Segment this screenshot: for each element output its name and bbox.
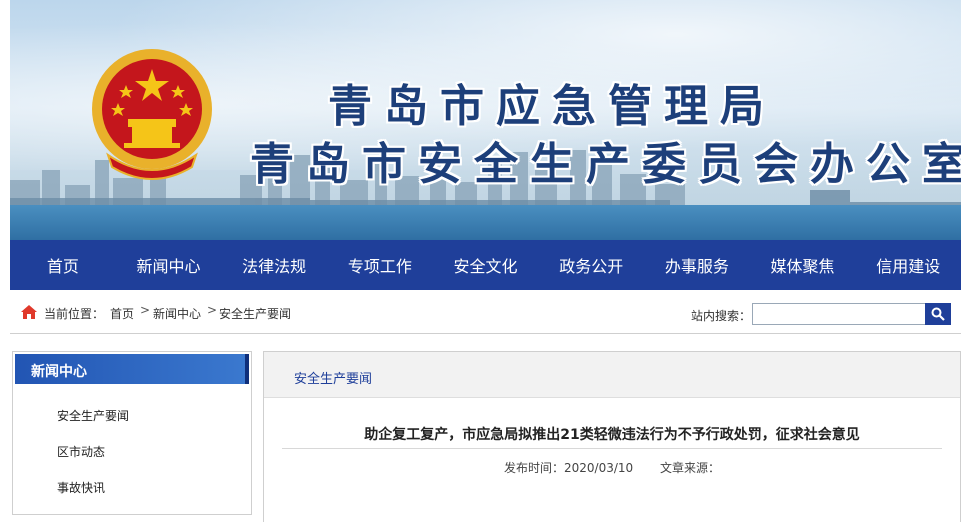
nav-item-special-work[interactable]: 专项工作 <box>327 240 433 290</box>
sidebar-header: 新闻中心 <box>15 354 249 384</box>
breadcrumb-separator: > <box>207 303 218 317</box>
breadcrumb-item-current[interactable]: 安全生产要闻 <box>219 305 291 322</box>
home-icon <box>21 305 37 319</box>
main-nav: 首页 新闻中心 法律法规 专项工作 安全文化 政务公开 办事服务 媒体聚焦 信用… <box>10 240 961 290</box>
section-header: 安全生产要闻 <box>264 352 960 398</box>
search-button[interactable] <box>925 303 951 325</box>
site-title-primary: 青岛市应急管理局 <box>328 81 776 132</box>
site-search-input[interactable] <box>752 303 932 325</box>
nav-item-media-focus[interactable]: 媒体聚焦 <box>750 240 856 290</box>
sidebar-item-district-news[interactable]: 区市动态 <box>57 443 105 460</box>
section-tab-title[interactable]: 安全生产要闻 <box>294 368 372 387</box>
article-divider <box>282 448 942 449</box>
search-label: 站内搜索： <box>691 309 752 323</box>
breadcrumb-separator: > <box>140 303 151 317</box>
national-emblem-icon <box>92 49 212 180</box>
nav-item-news-center[interactable]: 新闻中心 <box>116 240 222 290</box>
nav-item-home[interactable]: 首页 <box>10 240 116 290</box>
breadcrumb-bar: 当前位置： 首页 > 新闻中心 > 安全生产要闻 站内搜索： <box>10 293 961 334</box>
nav-item-government-affairs[interactable]: 政务公开 <box>538 240 644 290</box>
nav-item-safety-culture[interactable]: 安全文化 <box>433 240 539 290</box>
sea-area <box>10 205 961 240</box>
article-source: 文章来源： <box>660 459 720 476</box>
nav-item-credit[interactable]: 信用建设 <box>855 240 961 290</box>
publish-date-label: 发布时间： <box>504 461 565 475</box>
article-title: 助企复工复产，市应急局拟推出21类轻微违法行为不予行政处罚，征求社会意见 <box>364 427 860 443</box>
sidebar-header-accent <box>245 354 249 384</box>
site-title-secondary: 青岛市安全生产委员会办公室 <box>250 139 961 190</box>
sidebar-item-accident-alerts[interactable]: 事故快讯 <box>57 479 105 496</box>
sidebar-title: 新闻中心 <box>31 364 87 380</box>
nav-item-laws[interactable]: 法律法规 <box>221 240 327 290</box>
breadcrumb-item-home[interactable]: 首页 <box>110 305 134 322</box>
breadcrumb-item-news-center[interactable]: 新闻中心 <box>153 305 201 322</box>
breadcrumb-label: 当前位置： <box>44 307 105 321</box>
header-banner: 青岛市应急管理局 青岛市安全生产委员会办公室 <box>10 0 961 240</box>
source-label: 文章来源： <box>660 461 721 475</box>
publish-date-value: 2020/03/10 <box>564 461 634 475</box>
main-content: 安全生产要闻 助企复工复产，市应急局拟推出21类轻微违法行为不予行政处罚，征求社… <box>263 351 961 522</box>
sidebar-item-safety-news[interactable]: 安全生产要闻 <box>57 407 129 424</box>
article-publish-date: 发布时间：2020/03/10 <box>504 459 633 476</box>
sidebar: 新闻中心 安全生产要闻 区市动态 事故快讯 <box>12 351 252 515</box>
nav-item-services[interactable]: 办事服务 <box>644 240 750 290</box>
search-icon <box>931 307 945 321</box>
